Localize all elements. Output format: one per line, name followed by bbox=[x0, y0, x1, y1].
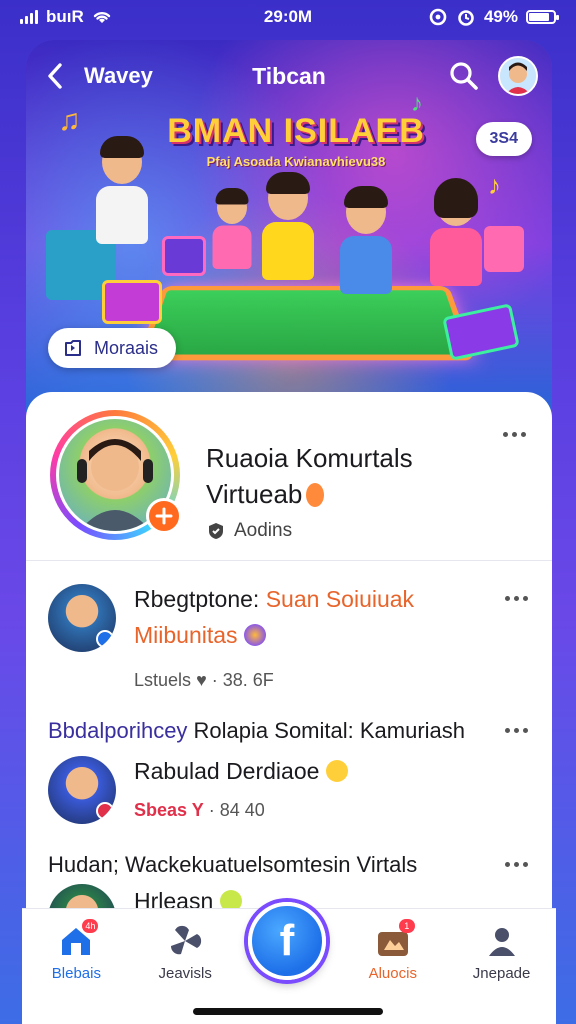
create-button[interactable]: f bbox=[248, 902, 326, 980]
home-icon: 4h bbox=[56, 919, 99, 959]
moments-button[interactable]: Moraais bbox=[48, 328, 177, 368]
post-subtitle-text: Miibunitas bbox=[134, 622, 238, 648]
post-more-button[interactable] bbox=[498, 718, 534, 742]
carrier-label: buıR bbox=[46, 7, 84, 26]
post-meta-value: · 38. 6F bbox=[211, 670, 274, 690]
profile-meta: Aodins bbox=[206, 520, 292, 542]
profile-icon bbox=[482, 923, 522, 959]
post-heading: Hudan; Wackekuatuelsomtesin Virtals bbox=[48, 852, 418, 877]
profile-name-line2-wrap: Virtueab bbox=[206, 476, 486, 512]
sync-icon bbox=[429, 8, 447, 26]
person-illustration bbox=[96, 136, 148, 244]
plus-icon bbox=[155, 507, 173, 525]
speaker-box bbox=[484, 226, 524, 272]
post-more-button[interactable] bbox=[498, 852, 534, 876]
post-subtitle: Rabulad Derdiaoe bbox=[134, 758, 348, 785]
music-note-icon: ♫ bbox=[58, 104, 81, 137]
app-frame: ♫ ♪ ♪ BMAN ISILAEB Pfaj Asoada Kwianavhi… bbox=[26, 40, 552, 1024]
alarm-icon bbox=[458, 10, 474, 26]
banner-title: BMAN ISILAEB bbox=[167, 112, 425, 150]
nav-item-home[interactable]: 4h Blebais bbox=[31, 919, 121, 982]
nav-label: Jeavisls bbox=[158, 965, 212, 982]
status-left: buıR bbox=[20, 7, 112, 27]
status-bar: buıR 29:0M 49% bbox=[0, 0, 576, 34]
app-name: Wavey bbox=[84, 63, 153, 88]
profile-name: Ruaoia Komurtals Virtueab bbox=[206, 440, 486, 512]
nav-label: Jnepade bbox=[472, 965, 531, 982]
gift-box bbox=[162, 236, 206, 276]
music-note-icon: ♪ bbox=[488, 170, 501, 200]
battery-icon bbox=[526, 10, 559, 24]
person-illustration bbox=[212, 188, 252, 269]
post-avatar[interactable] bbox=[48, 584, 116, 652]
signal-icon bbox=[20, 10, 38, 24]
banner-subtitle: Pfaj Asoada Kwianavhievu38 bbox=[206, 154, 386, 169]
battery-percent: 49% bbox=[483, 7, 518, 26]
post-title: Rbegtptone: Suan Soiuiuak bbox=[134, 586, 414, 613]
profile-name-line2: Virtueab bbox=[206, 479, 303, 509]
gift-box bbox=[102, 280, 162, 324]
back-button[interactable] bbox=[40, 56, 70, 96]
nav-item-explore[interactable]: Jeavisls bbox=[140, 923, 230, 982]
post-subtitle: Miibunitas bbox=[134, 622, 266, 649]
post-more-button[interactable] bbox=[498, 586, 534, 610]
chevron-left-icon bbox=[48, 63, 62, 89]
post-title-prefix: Rbegtptone: bbox=[134, 586, 266, 612]
verified-badge bbox=[96, 630, 114, 648]
nav-label: Blebais bbox=[51, 965, 101, 982]
bookmark-icon bbox=[65, 340, 81, 356]
status-right: 49% bbox=[428, 7, 559, 27]
profile-header: Ruaoia Komurtals Virtueab Aodins bbox=[50, 410, 536, 560]
post-subtitle-text: Rabulad Derdiaoe bbox=[134, 758, 320, 784]
heart-icon: ♥ bbox=[196, 670, 207, 690]
smile-emoji-icon bbox=[325, 760, 348, 782]
create-icon: f bbox=[279, 916, 295, 965]
pinwheel-icon bbox=[165, 923, 205, 959]
person-illustration bbox=[262, 172, 314, 280]
profile-name-line1: Ruaoia Komurtals bbox=[206, 443, 413, 473]
more-options-button[interactable] bbox=[496, 422, 532, 446]
nav-label: Aluocis bbox=[368, 965, 417, 982]
post-heading-prefix: Bbdalporihcey bbox=[48, 718, 194, 743]
search-icon bbox=[450, 62, 478, 90]
nav-item-profile[interactable]: Jnepade bbox=[457, 923, 547, 982]
hero-chip[interactable]: 3S4 bbox=[475, 122, 532, 156]
stage-floor bbox=[136, 286, 476, 361]
photo-album-icon: 1 bbox=[373, 919, 415, 959]
divider bbox=[26, 560, 552, 561]
flame-icon bbox=[306, 483, 325, 507]
person-illustration bbox=[430, 178, 482, 286]
nav-item-albums[interactable]: 1 Aluocis bbox=[348, 919, 438, 982]
post-meta-label: Lstuels bbox=[134, 670, 192, 690]
post-item[interactable]: Rbegtptone: Suan Soiuiuak Miibunitas Lst… bbox=[26, 578, 552, 698]
post-heading-rest: Rolapia Somital: Kamuriash bbox=[193, 718, 466, 743]
nav-badge: 4h bbox=[82, 919, 99, 933]
person-illustration bbox=[340, 186, 392, 294]
top-bar-actions bbox=[446, 56, 538, 96]
post-title-highlight: Suan Soiuiuak bbox=[265, 586, 415, 612]
nav-badge: 1 bbox=[398, 919, 415, 933]
wifi-icon bbox=[93, 11, 110, 23]
live-badge bbox=[96, 802, 114, 820]
post-avatar[interactable] bbox=[48, 756, 116, 824]
moments-label: Moraais bbox=[94, 337, 159, 358]
top-bar: Wavey Tibcan bbox=[26, 54, 552, 98]
user-avatar[interactable] bbox=[498, 56, 538, 96]
add-button[interactable] bbox=[146, 498, 182, 534]
post-meta-value: · 84 40 bbox=[208, 800, 265, 820]
post-meta-label: Sbeas Y bbox=[134, 800, 204, 820]
post-meta: Lstuels ♥ · 38. 6F bbox=[134, 670, 274, 691]
globe-icon bbox=[243, 624, 266, 646]
post-meta: Sbeas Y · 84 40 bbox=[134, 800, 265, 821]
home-indicator[interactable] bbox=[193, 1008, 383, 1015]
profile-meta-label: Aodins bbox=[234, 520, 293, 541]
shield-icon bbox=[209, 523, 223, 539]
post-item[interactable]: Bbdalporihcey Rolapia Somital: Kamuriash… bbox=[26, 714, 552, 844]
avatar-face-icon bbox=[500, 58, 536, 94]
search-button[interactable] bbox=[446, 58, 482, 94]
post-heading: Bbdalporihcey Rolapia Somital: Kamuriash bbox=[48, 718, 465, 744]
